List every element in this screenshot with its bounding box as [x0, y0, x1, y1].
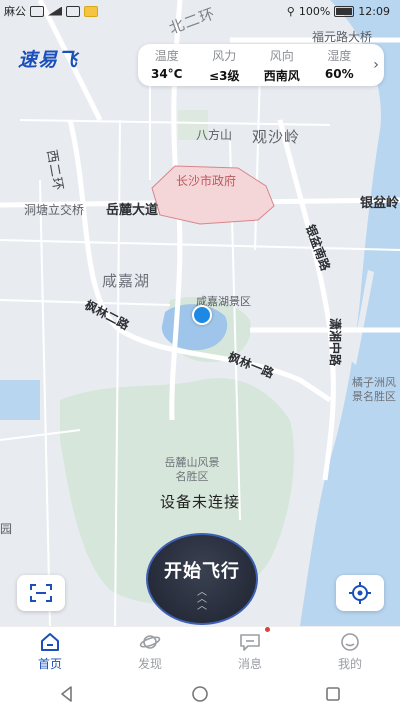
system-nav-bar	[0, 676, 400, 711]
location-pin-icon: ⚲	[286, 4, 295, 18]
signal-icon	[48, 6, 62, 16]
status-left-text: 麻公	[4, 5, 26, 18]
scan-icon	[30, 584, 52, 602]
current-location-marker	[192, 305, 212, 325]
weather-label: 湿度	[327, 48, 352, 63]
nav-label: 我的	[337, 657, 362, 671]
map-label-juzizhou: 橘子洲风景名胜区	[352, 376, 396, 403]
weather-label: 风力	[212, 48, 237, 63]
nav-item-home[interactable]: 首页	[0, 627, 100, 677]
map-label-yinpen: 银盆岭	[360, 196, 400, 211]
home-icon	[41, 633, 59, 651]
weather-value: ≤3级	[209, 68, 240, 83]
weather-temperature: 温度 34°C	[138, 47, 196, 84]
notification-icon	[30, 5, 44, 17]
nav-label: 发现	[137, 657, 162, 671]
locate-button[interactable]	[336, 575, 384, 611]
map-label-guansha: 观沙岭	[252, 128, 301, 146]
message-icon	[240, 634, 260, 651]
connection-status: 设备未连接	[159, 493, 240, 511]
scan-button[interactable]	[17, 575, 65, 611]
nav-item-messages[interactable]: 消息	[200, 627, 300, 677]
planet-icon	[139, 635, 161, 649]
nav-label: 首页	[37, 657, 62, 671]
map-label-yuelu-blvd: 岳麓大道	[106, 203, 159, 218]
weather-humidity: 湿度 60%	[311, 47, 369, 84]
start-flight-button[interactable]: 开始飞行 ︿ ︿ ︿	[146, 533, 258, 625]
map-label-xianjia-lake: 咸嘉湖	[102, 272, 151, 290]
status-bar: 麻公 ⚲ 100% 12:09	[0, 0, 400, 22]
clock: 12:09	[358, 4, 390, 18]
map-label-edge: 园	[0, 522, 13, 536]
start-flight-label: 开始飞行	[164, 560, 240, 582]
weather-label: 温度	[154, 48, 179, 63]
weather-wind-direction: 风向 西南风	[253, 47, 311, 84]
home-circle-icon[interactable]	[190, 684, 210, 704]
weather-label: 风向	[269, 48, 294, 63]
map-label-fuyuan-bridge: 福元路大桥	[312, 30, 373, 44]
chevron-up-icon: ︿ ︿ ︿	[197, 586, 207, 612]
weather-value: 34°C	[150, 66, 183, 81]
app-logo: 速易飞	[18, 49, 79, 71]
profile-icon	[341, 633, 359, 651]
nav-item-discover[interactable]: 发现	[100, 627, 200, 677]
image-icon	[66, 5, 80, 17]
folder-icon	[84, 5, 98, 17]
locate-crosshair-icon	[349, 582, 371, 604]
battery-icon	[334, 5, 355, 17]
recents-icon[interactable]	[323, 684, 343, 704]
map-label-yuelu-mountain: 岳麓山风景名胜区	[164, 456, 220, 483]
map-label-xiaoxiang: 潇湘中路	[328, 318, 342, 367]
map-label-gov: 长沙市政府	[176, 174, 237, 188]
back-icon[interactable]	[57, 684, 77, 704]
weather-value: 西南风	[263, 68, 300, 83]
map-label-bafang: 八方山	[196, 128, 233, 142]
weather-value: 60%	[324, 66, 354, 81]
weather-card[interactable]: 温度 34°C 风力 ≤3级 风向 西南风 湿度 60% ›	[138, 44, 384, 86]
bottom-nav: 首页 发现 消息 我的	[0, 626, 400, 677]
weather-wind-force: 风力 ≤3级	[196, 47, 254, 84]
battery-percent: 100%	[298, 4, 331, 18]
unread-dot	[265, 627, 270, 632]
chevron-right-icon[interactable]: ›	[368, 57, 384, 73]
nav-item-profile[interactable]: 我的	[300, 627, 400, 677]
nav-label: 消息	[237, 657, 262, 671]
map-label-runtang: 洞塘立交桥	[24, 203, 85, 217]
